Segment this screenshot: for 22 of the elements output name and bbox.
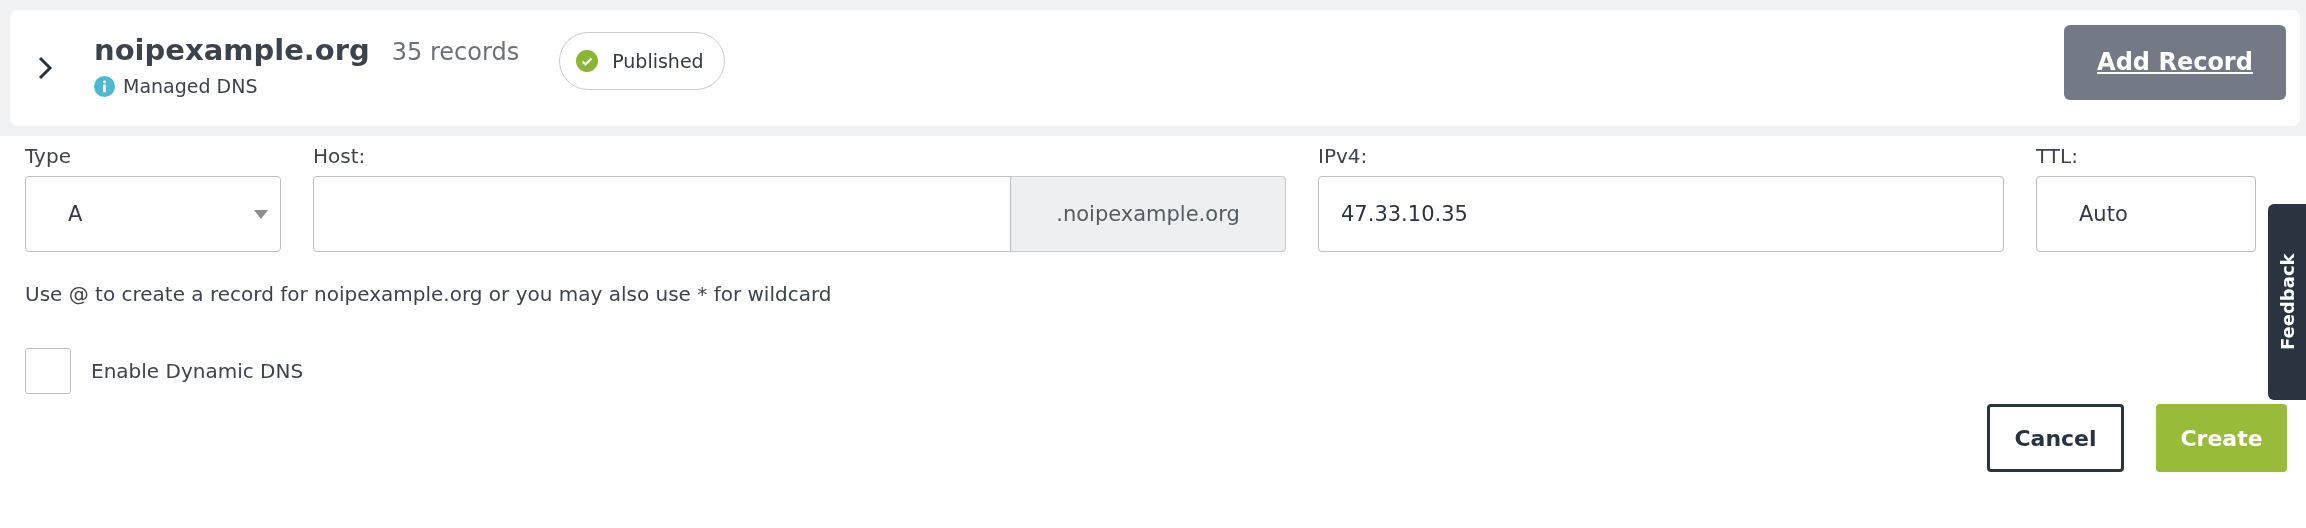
ipv4-input[interactable]: 47.33.10.35 bbox=[1318, 176, 2004, 252]
dns-type-label: Managed DNS bbox=[123, 75, 258, 97]
status-text: Published bbox=[612, 50, 704, 72]
cancel-button[interactable]: Cancel bbox=[1987, 404, 2124, 472]
domain-suffix: .noipexample.org bbox=[1011, 176, 1286, 252]
field-label: TTL: bbox=[2036, 144, 2079, 170]
feedback-tab[interactable]: Feedback bbox=[2268, 204, 2306, 400]
type-select[interactable]: A bbox=[25, 176, 281, 252]
caret-icon bbox=[254, 209, 268, 219]
host-input[interactable] bbox=[313, 176, 1011, 252]
checkbox[interactable] bbox=[25, 348, 71, 394]
field-label: Host: bbox=[313, 144, 367, 170]
add-record-button[interactable]: Add Record bbox=[2064, 24, 2286, 100]
check-circle-icon bbox=[576, 50, 599, 72]
record-count: 35 records bbox=[391, 38, 520, 66]
domain-name: noipexample.org bbox=[94, 33, 370, 67]
checkbox-label: Enable Dynamic DNS bbox=[91, 359, 304, 383]
chevron-icon[interactable] bbox=[36, 55, 54, 81]
info-icon bbox=[94, 75, 115, 97]
ttl-select[interactable]: Auto bbox=[2036, 176, 2256, 252]
field-label: IPv4: bbox=[1318, 144, 1369, 170]
field-label: Type bbox=[25, 144, 72, 170]
